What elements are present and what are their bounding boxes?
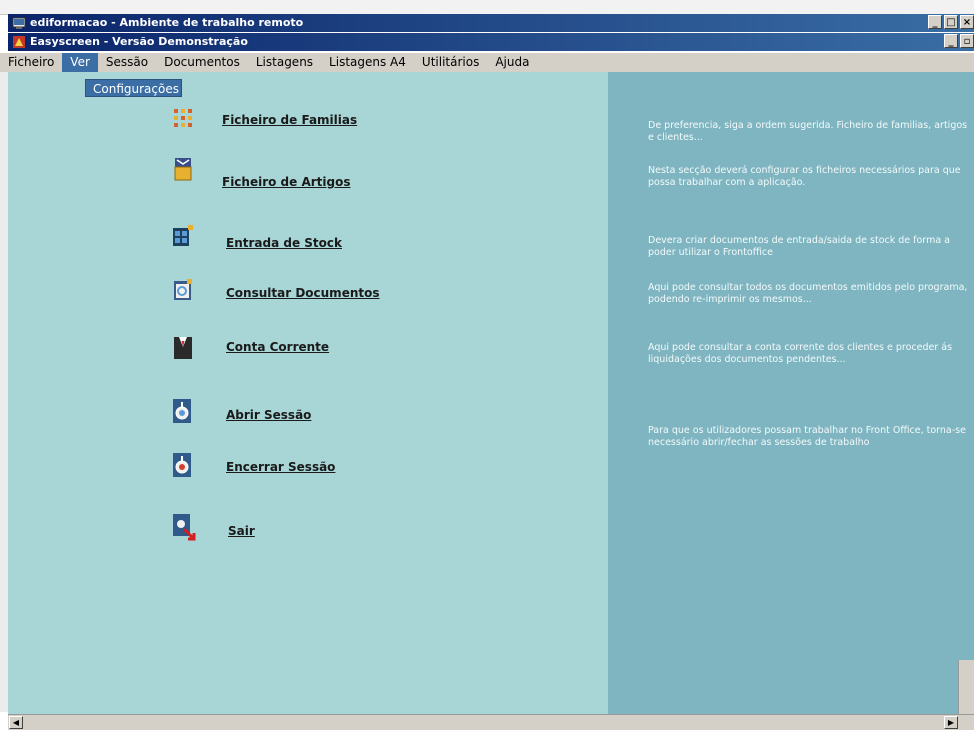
menu-listagens-a4[interactable]: Listagens A4 [321,53,414,72]
menu-bar: Ficheiro Ver Sessão Documentos Listagens… [0,53,974,72]
menu-utilitarios[interactable]: Utilitários [414,53,487,72]
nav-consultar-documentos[interactable]: Consultar Documentos [226,286,380,300]
remote-desktop-titlebar[interactable]: ediformacao - Ambiente de trabalho remot… [8,14,974,32]
description-stock: Devera criar documentos de entrada/saida… [648,235,950,258]
horizontal-scrollbar[interactable]: ◀ ▶ [8,714,974,730]
grid-icon[interactable] [173,107,193,131]
maximize-button[interactable]: □ [944,15,958,29]
menu-documentos[interactable]: Documentos [156,53,248,72]
dropdown-configuracoes[interactable]: Configurações [85,79,182,97]
description-conta-corrente: Aqui pode consultar a conta corrente dos… [648,342,953,365]
document-icon[interactable] [172,278,194,302]
open-session-icon[interactable] [172,398,192,424]
exit-icon[interactable] [172,513,196,541]
nav-conta-corrente[interactable]: Conta Corrente [226,340,329,354]
scroll-left-button[interactable]: ◀ [9,716,23,729]
window-title: ediformacao - Ambiente de trabalho remot… [30,16,304,29]
description-familias: De preferencia, siga a ordem sugerida. F… [648,120,968,143]
description-documentos: Aqui pode consultar todos os documentos … [648,282,968,305]
app-title: Easyscreen - Versão Demonstração [30,35,248,48]
nav-sair[interactable]: Sair [228,524,255,538]
nav-encerrar-sessao[interactable]: Encerrar Sessão [226,460,335,474]
nav-ficheiro-artigos[interactable]: Ficheiro de Artigos [222,175,351,189]
menu-ver[interactable]: Ver [62,53,98,72]
stock-icon[interactable] [172,224,194,248]
nav-ficheiro-familias[interactable]: Ficheiro de Familias [222,113,357,127]
menu-listagens[interactable]: Listagens [248,53,321,72]
window-buttons: _ □ × [928,15,974,29]
easyscreen-icon [13,36,25,48]
description-sessao: Para que os utilizadores possam trabalha… [648,425,966,448]
suit-icon[interactable] [173,335,193,361]
app-window-buttons: _ ▫ [944,34,974,48]
menu-ajuda[interactable]: Ajuda [487,53,537,72]
menu-ficheiro[interactable]: Ficheiro [0,53,62,72]
close-session-icon[interactable] [172,452,192,478]
box-icon[interactable] [173,156,193,182]
remote-desktop-top-strip [0,0,974,15]
vertical-scrollbar[interactable] [958,660,974,714]
minimize-button[interactable]: _ [928,15,942,29]
menu-sessao[interactable]: Sessão [98,53,156,72]
app-titlebar[interactable]: Easyscreen - Versão Demonstração _ ▫ [8,33,974,51]
app-restore-button[interactable]: ▫ [960,34,974,48]
close-button[interactable]: × [960,15,974,29]
main-area [8,72,608,714]
nav-entrada-stock[interactable]: Entrada de Stock [226,236,342,250]
app-minimize-button[interactable]: _ [944,34,958,48]
remote-desktop-icon [12,17,26,29]
nav-abrir-sessao[interactable]: Abrir Sessão [226,408,311,422]
description-artigos: Nesta secção deverá configurar os fichei… [648,165,961,188]
scroll-right-button[interactable]: ▶ [944,716,958,729]
